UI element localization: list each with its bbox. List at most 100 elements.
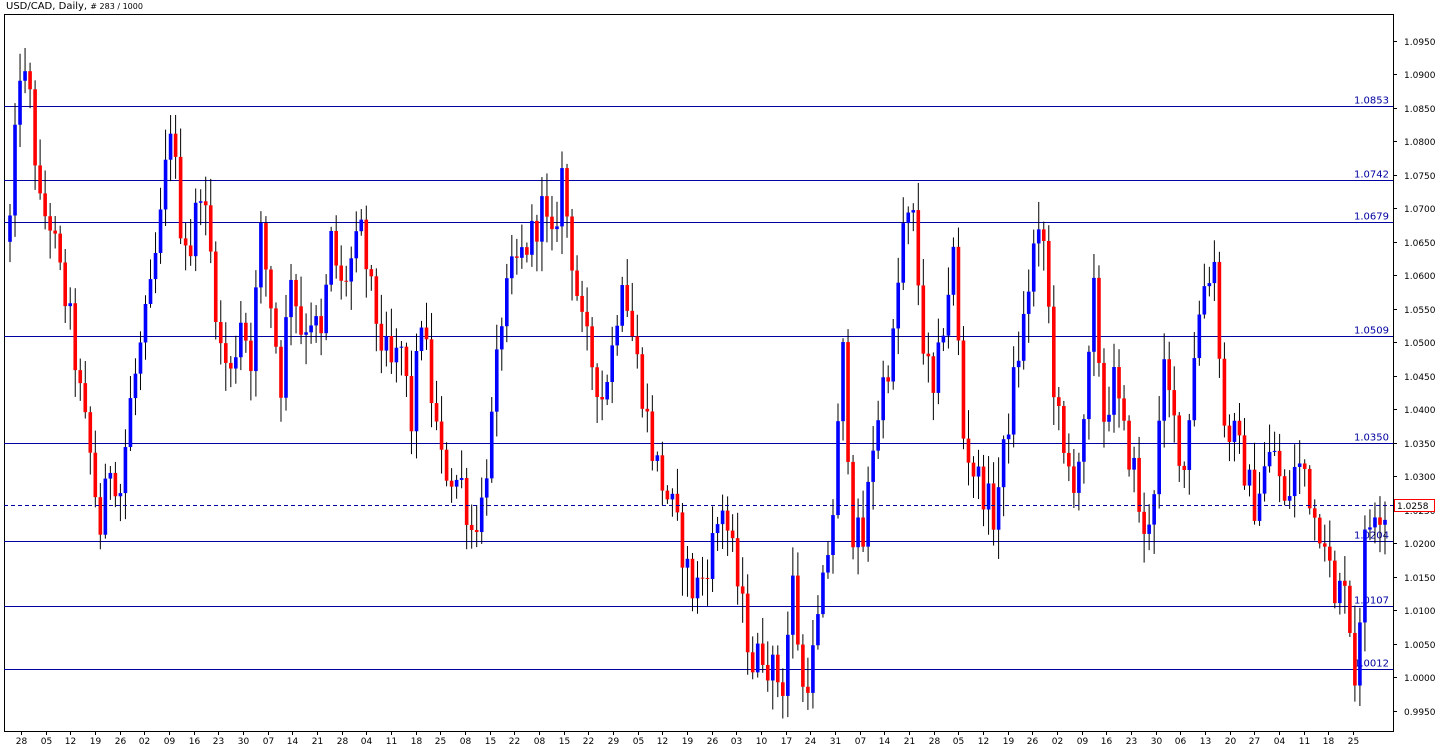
candle-bear	[1327, 546, 1332, 561]
candle-bear	[580, 295, 584, 312]
x-tick-label: 08	[460, 737, 472, 747]
candle-bear	[1217, 261, 1222, 359]
candle-bull	[1092, 277, 1096, 352]
candle-bear	[700, 577, 705, 579]
candle-bear	[389, 336, 394, 363]
candle-bear	[1062, 406, 1066, 453]
candle-bull	[770, 654, 775, 681]
candle-bull	[108, 472, 113, 479]
candle-bear	[1067, 452, 1071, 467]
candle-bear	[575, 270, 579, 296]
candle-bull	[359, 219, 364, 232]
candle-bull	[329, 230, 333, 285]
candlestick-chart[interactable]: 1.0853 1.0742 1.0679 1.0509 1.0350 1.0204 1.01…	[0, 0, 1440, 751]
candle-bull	[1021, 313, 1026, 361]
candle-bull	[670, 493, 675, 500]
candle-bull	[510, 256, 514, 279]
x-tick-label: 28	[16, 737, 28, 747]
candle-bear	[796, 575, 800, 645]
x-tick-label: 16	[1101, 737, 1113, 747]
level-label: 1.0107	[1354, 596, 1389, 607]
candle-bear	[93, 452, 98, 498]
candle-bull	[1262, 466, 1267, 494]
x-tick-label: 23	[213, 737, 224, 747]
level-label: 1.0853	[1354, 96, 1389, 107]
y-tick-label: 1.0900	[1404, 71, 1436, 81]
candle-bear	[228, 362, 233, 369]
candle-bear	[635, 336, 640, 355]
x-tick-label: 11	[1299, 737, 1310, 747]
candle-bull	[1287, 496, 1292, 501]
y-tick-label: 1.0100	[1404, 607, 1436, 617]
candle-bear	[1252, 469, 1257, 521]
candle-bull	[1202, 286, 1207, 315]
candle-bear	[961, 340, 966, 439]
candle-bull	[555, 226, 559, 230]
candle-bear	[173, 133, 178, 157]
chart-title: USD/CAD, Daily, # 283 / 1000	[6, 1, 143, 12]
candle-bear	[650, 411, 655, 461]
candle-bull	[811, 645, 815, 693]
candle-bear	[775, 654, 780, 683]
x-tick-label: 13	[1200, 737, 1211, 747]
candle-bear	[1072, 466, 1076, 493]
candle-bear	[78, 370, 83, 384]
candle-bear	[760, 643, 765, 665]
candle-bear	[690, 558, 695, 599]
candle-bull	[881, 377, 885, 421]
x-tick-label: 30	[238, 737, 250, 747]
candle-bull	[871, 450, 875, 482]
candle-bear	[88, 412, 93, 453]
candle-bull	[354, 231, 359, 259]
candle-bear	[1348, 585, 1352, 633]
candle-bear	[113, 472, 118, 497]
candle-bear	[319, 316, 323, 334]
candle-bull	[620, 285, 625, 326]
candle-bull	[414, 351, 419, 432]
candle-bull	[193, 202, 198, 257]
candle-bull	[118, 493, 123, 497]
candle-bear	[1122, 398, 1126, 421]
candle-bear	[1127, 420, 1131, 470]
candle-bear	[464, 478, 469, 525]
candle-bull	[459, 478, 464, 480]
candle-bear	[339, 265, 344, 281]
candle-bull	[1036, 229, 1041, 244]
level-label: 1.0204	[1354, 531, 1389, 542]
x-tick-label: 29	[608, 737, 620, 747]
x-tick-label: 26	[707, 737, 719, 747]
candle-bull	[309, 325, 313, 333]
candle-bull	[1363, 529, 1367, 623]
candle-bull	[560, 168, 564, 227]
candle-bear	[213, 251, 218, 323]
x-tick-label: 04	[1274, 737, 1286, 747]
candle-bear	[1097, 277, 1101, 363]
candle-bull	[1006, 434, 1011, 440]
candle-bear	[981, 466, 986, 510]
candle-bull	[259, 223, 263, 288]
x-tick-label: 15	[559, 737, 570, 747]
x-tick-label: 26	[1027, 737, 1039, 747]
candle-bull	[1232, 420, 1237, 442]
candle-bull	[695, 577, 700, 599]
candle-bear	[1317, 517, 1322, 544]
y-tick-label: 1.0200	[1404, 540, 1436, 550]
candle-bull	[1358, 622, 1362, 686]
candle-bull	[821, 572, 825, 615]
candle-bear	[364, 219, 369, 270]
candle-bear	[525, 247, 529, 255]
y-tick-label: 1.0150	[1404, 574, 1436, 584]
candle-bear	[379, 323, 384, 351]
candle-bear	[299, 306, 303, 335]
candle-bull	[499, 326, 504, 350]
candle-bear	[660, 455, 665, 491]
candle-bear	[1353, 632, 1357, 686]
candle-bull	[530, 220, 534, 255]
candle-bull	[946, 294, 951, 336]
candle-bull	[123, 447, 128, 494]
candle-bull	[13, 124, 17, 216]
candle-bear	[1142, 511, 1146, 534]
candle-bear	[926, 353, 931, 357]
candle-bull	[951, 246, 956, 295]
candle-bull	[755, 643, 760, 673]
